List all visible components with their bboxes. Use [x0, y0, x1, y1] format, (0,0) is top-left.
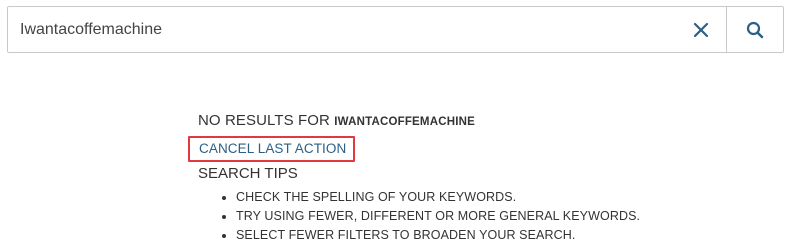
search-button[interactable] [726, 7, 783, 52]
no-results-prefix: NO RESULTS FOR [198, 112, 330, 129]
cancel-last-action-highlight: CANCEL LAST ACTION [188, 136, 356, 162]
search-input[interactable] [8, 7, 676, 52]
search-tip-item: CHECK THE SPELLING OF YOUR KEYWORDS. [236, 188, 758, 207]
search-tip-item: SELECT FEWER FILTERS TO BROADEN YOUR SEA… [236, 226, 758, 245]
search-icon [746, 21, 764, 38]
search-tip-item: TRY USING FEWER, DIFFERENT OR MORE GENER… [236, 207, 758, 226]
search-bar [7, 6, 784, 53]
cancel-last-action-link[interactable]: CANCEL LAST ACTION [199, 141, 346, 156]
no-results-query: IWANTACOFFEMACHINE [334, 116, 475, 128]
clear-search-button[interactable] [676, 7, 726, 52]
search-tips-list: CHECK THE SPELLING OF YOUR KEYWORDS. TRY… [198, 188, 758, 245]
search-tips-heading: SEARCH TIPS [198, 165, 298, 182]
close-icon [693, 22, 709, 37]
search-results-panel: NO RESULTS FOR IWANTACOFFEMACHINE CANCEL… [188, 110, 758, 245]
no-results-message: NO RESULTS FOR IWANTACOFFEMACHINE [198, 110, 758, 133]
